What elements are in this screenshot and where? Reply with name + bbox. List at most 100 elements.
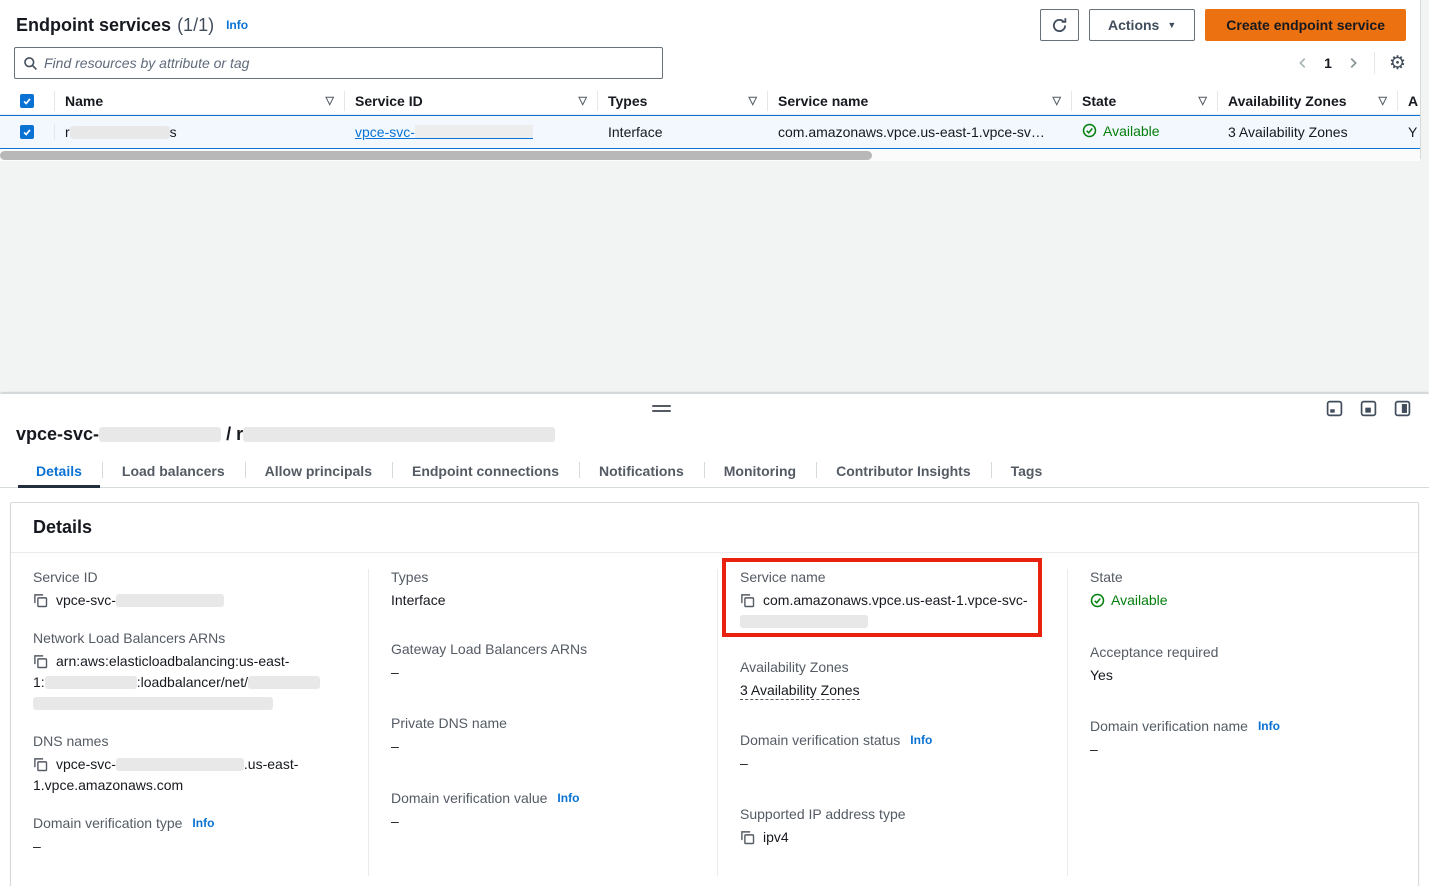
info-link[interactable]: Info	[1258, 719, 1280, 733]
tab-contributor-insights[interactable]: Contributor Insights	[816, 455, 991, 487]
field-state: State Available	[1090, 569, 1396, 614]
check-icon	[22, 127, 32, 137]
details-card-heading: Details	[11, 503, 1418, 553]
field-domain-verification-name: Domain verification nameInfo –	[1090, 718, 1396, 760]
info-link[interactable]: Info	[557, 791, 579, 805]
row-checkbox-cell	[0, 124, 55, 140]
tab-tags[interactable]: Tags	[991, 455, 1063, 487]
select-all-checkbox-cell	[0, 91, 55, 111]
panel-split-icon[interactable]	[1360, 400, 1377, 417]
panel-title: vpce-svc- / r	[0, 420, 1429, 455]
actions-button[interactable]: Actions ▼	[1089, 9, 1195, 41]
field-service-name: Service name com.amazonaws.vpce.us-east-…	[740, 569, 1045, 632]
redacted-text	[248, 676, 320, 689]
column-header-acceptance[interactable]: A	[1398, 91, 1420, 111]
copy-icon[interactable]	[740, 593, 755, 608]
redacted-text	[33, 697, 273, 710]
result-count: (1/1)	[177, 15, 214, 36]
scrollbar-thumb[interactable]	[0, 151, 872, 160]
check-circle-icon	[1090, 593, 1105, 608]
sort-icon[interactable]: ▽	[579, 94, 587, 107]
toolbar: Actions ▼ Create endpoint service	[1040, 9, 1406, 41]
details-column-2: Types Interface Gateway Load Balancers A…	[368, 569, 717, 876]
column-header-availability-zones[interactable]: Availability Zones ▽	[1218, 91, 1398, 111]
tab-allow-principals[interactable]: Allow principals	[245, 455, 392, 487]
field-types: Types Interface	[391, 569, 695, 611]
chevron-right-icon	[1346, 56, 1360, 70]
gear-icon[interactable]: ⚙	[1389, 54, 1406, 73]
column-header-service-id[interactable]: Service ID ▽	[345, 91, 598, 111]
field-service-id: Service ID vpce-svc-	[33, 569, 346, 611]
details-card: Details Service ID vpce-svc- Network Loa…	[10, 502, 1419, 886]
service-id-link[interactable]: vpce-svc-	[355, 124, 533, 140]
tab-notifications[interactable]: Notifications	[579, 455, 704, 487]
column-header-types[interactable]: Types ▽	[598, 91, 768, 111]
field-domain-verification-status: Domain verification statusInfo –	[740, 732, 1045, 774]
copy-icon[interactable]	[740, 830, 755, 845]
details-columns: Service ID vpce-svc- Network Load Balanc…	[11, 553, 1418, 886]
search-icon	[23, 56, 38, 71]
info-link[interactable]: Info	[192, 816, 214, 830]
column-header-service-name[interactable]: Service name ▽	[768, 91, 1072, 111]
tab-monitoring[interactable]: Monitoring	[704, 455, 816, 487]
field-dns-names: DNS names vpce-svc-.us-east- 1.vpce.amaz…	[33, 733, 346, 796]
field-private-dns-name: Private DNS name –	[391, 715, 695, 757]
detail-panel: vpce-svc- / r Details Load balancers All…	[0, 393, 1429, 886]
info-link[interactable]: Info	[226, 18, 248, 32]
redacted-text	[45, 676, 137, 689]
divider	[1374, 52, 1375, 74]
redacted-text	[116, 594, 224, 607]
info-link[interactable]: Info	[910, 733, 932, 747]
panel-bottom-icon[interactable]	[1326, 400, 1343, 417]
tab-load-balancers[interactable]: Load balancers	[102, 455, 245, 487]
sort-icon[interactable]: ▽	[326, 94, 334, 107]
copy-icon[interactable]	[33, 654, 48, 669]
column-header-name[interactable]: Name ▽	[55, 91, 345, 111]
endpoint-services-table: Name ▽ Service ID ▽ Types ▽ Service name…	[0, 87, 1420, 161]
previous-page-button[interactable]	[1296, 56, 1310, 70]
select-all-checkbox[interactable]	[20, 94, 34, 108]
panel-resize-handle[interactable]	[652, 405, 671, 412]
search-input[interactable]	[44, 55, 654, 71]
search-box	[14, 47, 663, 79]
copy-icon[interactable]	[33, 757, 48, 772]
cell-state: Available	[1072, 123, 1218, 142]
redacted-text	[99, 427, 221, 442]
cell-service-name: com.amazonaws.vpce.us-east-1.vpce-sv…	[768, 124, 1072, 140]
next-page-button[interactable]	[1346, 56, 1360, 70]
search-row: 1 ⚙	[0, 42, 1420, 82]
sort-icon[interactable]: ▽	[1053, 94, 1061, 107]
redacted-text	[70, 126, 170, 139]
column-header-state[interactable]: State ▽	[1072, 91, 1218, 111]
availability-zones-popover-trigger[interactable]: 3 Availability Zones	[1228, 124, 1348, 140]
sort-icon[interactable]: ▽	[749, 94, 757, 107]
redacted-text	[415, 125, 533, 139]
vpc-console-page: Endpoint services (1/1) Info Actions ▼ C…	[0, 0, 1429, 886]
header-row: Endpoint services (1/1) Info Actions ▼ C…	[0, 0, 1420, 42]
pagination: 1 ⚙	[1296, 52, 1406, 74]
redacted-text	[243, 427, 555, 442]
field-nlb-arns: Network Load Balancers ARNs arn:aws:elas…	[33, 630, 346, 714]
redacted-text	[116, 758, 244, 771]
cell-availability-zones: 3 Availability Zones	[1218, 124, 1398, 140]
row-checkbox[interactable]	[20, 125, 34, 139]
table-row[interactable]: rs vpce-svc- Interface com.amazonaws.vpc…	[0, 115, 1420, 149]
tab-details[interactable]: Details	[16, 455, 102, 487]
field-domain-verification-value: Domain verification valueInfo –	[391, 790, 695, 832]
cell-name: rs	[55, 124, 345, 140]
copy-icon[interactable]	[33, 593, 48, 608]
cell-types: Interface	[598, 124, 768, 140]
field-supported-ip-type: Supported IP address type ipv4	[740, 806, 1045, 848]
horizontal-scrollbar	[0, 150, 1420, 161]
create-endpoint-service-button[interactable]: Create endpoint service	[1205, 9, 1406, 41]
status-badge: Available	[1090, 590, 1168, 611]
sort-icon[interactable]: ▽	[1379, 94, 1387, 107]
availability-zones-popover-trigger[interactable]: 3 Availability Zones	[740, 682, 860, 700]
panel-side-icon[interactable]	[1394, 400, 1411, 417]
sort-icon[interactable]: ▽	[1199, 94, 1207, 107]
field-domain-verification-type: Domain verification typeInfo –	[33, 815, 346, 857]
tab-bar: Details Load balancers Allow principals …	[0, 455, 1429, 488]
tab-endpoint-connections[interactable]: Endpoint connections	[392, 455, 579, 487]
page-number[interactable]: 1	[1324, 55, 1332, 71]
refresh-button[interactable]	[1040, 9, 1079, 41]
